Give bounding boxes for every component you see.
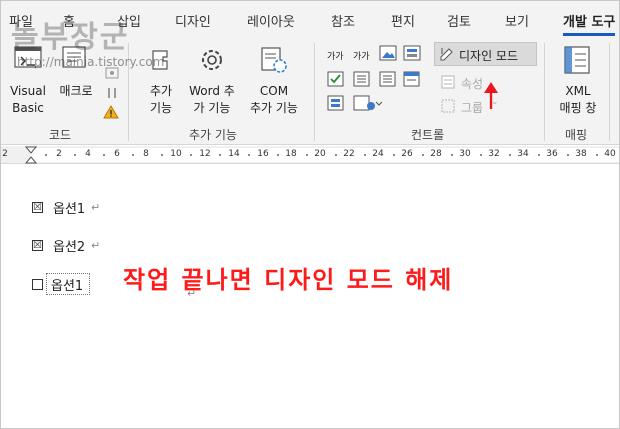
- ruler-tick-label: 4: [85, 149, 91, 159]
- ruler-tick-label: 14: [228, 149, 240, 159]
- macro-security-warning-icon[interactable]: [103, 105, 119, 119]
- tab-references[interactable]: 참조: [331, 11, 355, 30]
- dropdown-list-control-icon[interactable]: [379, 71, 397, 87]
- checkbox-option1[interactable]: ☒: [32, 202, 43, 213]
- annotation-text: 작업 끝나면 디자인 모드 해제: [123, 266, 454, 294]
- ruler-tick-label: 20: [314, 149, 326, 159]
- plain-text-control-button[interactable]: 가가: [353, 49, 370, 62]
- ruler-tick-label: 22: [343, 149, 355, 159]
- arrow-up-icon: [481, 81, 501, 111]
- horizontal-ruler[interactable]: 2 2 4 6 8 10 12 14 16 18 20 22 24 26 28 …: [1, 146, 619, 164]
- active-tab-indicator: [563, 33, 615, 36]
- ruler-tick-label: 26: [401, 149, 413, 159]
- legacy-tools-icon[interactable]: [353, 95, 383, 111]
- tab-view[interactable]: 보기: [505, 11, 529, 30]
- xml-mapping-pane-button[interactable]: XML 매핑 창: [549, 83, 607, 117]
- group-label-addins: 추가 기능: [189, 128, 237, 142]
- ruler-tick-label: 16: [257, 149, 269, 159]
- group-label-controls: 컨트롤: [411, 128, 445, 142]
- tab-review[interactable]: 검토: [447, 11, 471, 30]
- paragraph-mark: ↵: [91, 239, 101, 252]
- option-label: 옵션1: [53, 202, 86, 217]
- rich-text-control-button[interactable]: 가가: [327, 49, 344, 62]
- ruler-tick-label: 6: [114, 149, 120, 159]
- tab-mailings[interactable]: 편지: [391, 11, 415, 30]
- ruler-tick-label: 2: [56, 149, 62, 159]
- ruler-tick-label: 36: [546, 149, 558, 159]
- com-addins-icon: [259, 45, 289, 75]
- indent-marker-icon[interactable]: [24, 146, 38, 164]
- watermark-logo: 놀부장군: [11, 20, 130, 55]
- ruler-tick-label: 34: [517, 149, 529, 159]
- ruler-tick-label: 12: [199, 149, 211, 159]
- ruler-tick-label: 8: [143, 149, 149, 159]
- group-separator: [609, 43, 610, 141]
- pause-recording-icon[interactable]: [105, 87, 119, 99]
- ruler-tick-label: 2: [2, 149, 8, 159]
- ruler-tick-label: 10: [170, 149, 182, 159]
- properties-icon: [441, 75, 455, 89]
- group-separator: [544, 43, 545, 141]
- building-block-control-icon[interactable]: [403, 45, 421, 61]
- checkbox-option3[interactable]: [32, 279, 43, 290]
- group-icon: [441, 99, 455, 113]
- ruler-tick-label: 38: [575, 149, 587, 159]
- properties-button[interactable]: 속성: [461, 75, 483, 92]
- group-label-mapping: 매핑: [565, 128, 588, 142]
- option-label: 옵션1: [51, 279, 84, 294]
- group-separator: [314, 43, 315, 141]
- xml-mapping-icon: [563, 45, 591, 75]
- addins-button[interactable]: 추가 기능: [141, 83, 181, 117]
- group-label-code: 코드: [49, 128, 72, 142]
- com-addins-button[interactable]: COM 추가 기능: [243, 83, 305, 117]
- picture-control-icon[interactable]: [379, 45, 397, 61]
- ruler-tick-label: 32: [488, 149, 500, 159]
- tab-design[interactable]: 디자인: [175, 11, 211, 30]
- watermark-url: http://mainia.tistory.com: [17, 55, 165, 69]
- combobox-control-icon[interactable]: [353, 71, 371, 87]
- ruler-tick-label: 18: [285, 149, 297, 159]
- paragraph-mark: ↵: [91, 201, 101, 214]
- macro-button[interactable]: 매크로: [53, 83, 99, 100]
- date-picker-control-icon[interactable]: [403, 71, 421, 87]
- ruler-tick-label: 28: [430, 149, 442, 159]
- visual-basic-button[interactable]: Visual Basic: [7, 83, 49, 117]
- ruler-tick-label: 30: [459, 149, 471, 159]
- tab-layout[interactable]: 레이아웃: [247, 11, 295, 30]
- repeating-section-control-icon[interactable]: [327, 95, 345, 111]
- tab-developer[interactable]: 개발 도구: [563, 11, 615, 30]
- option-label: 옵션2: [53, 240, 86, 255]
- word-window: 파일 홈 삽입 디자인 레이아웃 참조 편지 검토 보기 개발 도구 Visua…: [0, 0, 620, 429]
- gear-icon: [197, 45, 227, 75]
- word-addins-button[interactable]: Word 추 가 기능: [185, 83, 239, 117]
- ruler-tick-label: 40: [604, 149, 616, 159]
- document-page[interactable]: ☒ 옵션1 ↵ ☒ 옵션2 ↵ 옵션1 ↵ 작업 끝나면 디자인 모드 해제: [1, 165, 619, 428]
- design-mode-icon: [439, 46, 455, 62]
- group-button[interactable]: 그룹: [461, 99, 483, 116]
- checkbox-control-icon[interactable]: [327, 71, 345, 87]
- ruler-tick-label: 24: [372, 149, 384, 159]
- checkbox-option2[interactable]: ☒: [32, 240, 43, 251]
- design-mode-label: 디자인 모드: [459, 49, 519, 63]
